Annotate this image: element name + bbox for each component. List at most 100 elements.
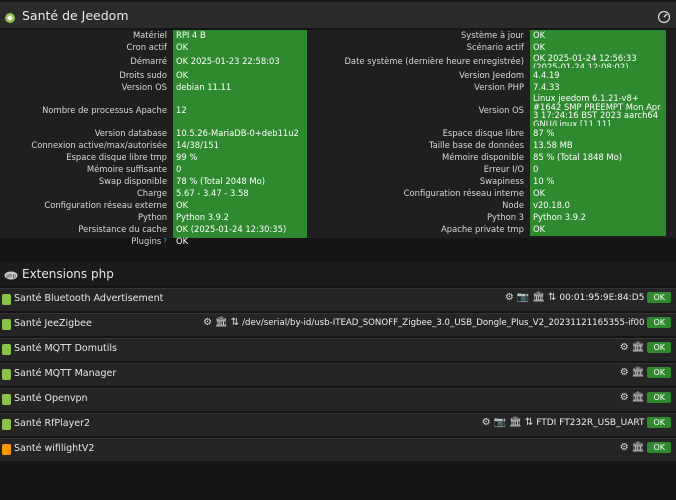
sort-icon[interactable]: ⇅ [231, 317, 239, 328]
config-icon[interactable]: ⚙ [620, 392, 629, 403]
bank-icon[interactable]: 🏛 [632, 367, 645, 378]
left-row-label: Mémoire suffisante [86, 164, 167, 174]
left-row-value: 14/38/151 [176, 140, 219, 150]
extension-name: Santé JeeZigbee [14, 318, 92, 329]
svg-text:php: php [6, 273, 16, 279]
left-row-label: Droits sudo [119, 70, 167, 80]
left-row-label: Nombre de processus Apache [42, 105, 167, 115]
extension-actions: ⚙ 🏛 OK [620, 442, 671, 453]
right-row-value: Python 3.9.2 [533, 212, 587, 222]
left-row-label: Persistance du cache [78, 224, 167, 234]
bank-icon[interactable]: 🏛 [509, 417, 522, 428]
plugin-icon [2, 344, 11, 355]
extension-row: Santé RfPlayer2 ⚙ 📷 🏛 ⇅ FTDI FT232R_USB_UART O… [0, 413, 676, 436]
plugin-icon [2, 369, 11, 380]
left-row-label: Python [137, 212, 167, 222]
right-row-value: 85 % (Total 1848 Mo) [533, 152, 623, 162]
right-row-value: OK [533, 42, 546, 52]
status-badge: OK [647, 417, 671, 428]
extension-name: Santé Openvpn [14, 393, 88, 404]
right-row-label: Configuration réseau interne [403, 188, 524, 198]
left-row-label: Configuration réseau externe [44, 200, 167, 210]
extension-name: Santé wifilightV2 [14, 443, 95, 454]
right-row-label: Version Jeedom [459, 70, 524, 80]
status-badge: OK [647, 317, 671, 328]
status-badge: OK [647, 367, 671, 378]
config-icon[interactable]: ⚙ [505, 292, 514, 303]
right-row-label: Date système (dernière heure enregistrée… [344, 56, 524, 66]
right-row-value: OK [533, 188, 546, 198]
left-row-label: Version OS [121, 82, 167, 92]
left-row-value: 10.5.26-MariaDB-0+deb11u2 [176, 128, 299, 138]
extension-detail: FTDI FT232R_USB_UART [536, 417, 645, 428]
right-row-value: OK [533, 224, 546, 234]
right-row-value: 13.58 MB [533, 140, 573, 150]
bank-icon[interactable]: 🏛 [215, 317, 228, 328]
config-icon[interactable]: ⚙ [620, 342, 629, 353]
extension-detail: 00:01:95:9E:84:D5 [559, 292, 645, 303]
left-row-label: Matériel [132, 30, 167, 40]
camera-icon[interactable]: 📷 [517, 292, 529, 303]
left-row-value: 78 % (Total 2048 Mo) [176, 176, 266, 186]
left-row-label: Charge [136, 188, 167, 198]
config-icon[interactable]: ⚙ [203, 317, 212, 328]
extension-row: Santé wifilightV2 ⚙ 🏛 OK [0, 438, 676, 461]
right-row-value: 4.4.19 [533, 70, 560, 80]
config-icon[interactable]: ⚙ [482, 417, 491, 428]
extensions-header: php Extensions php [0, 262, 676, 286]
left-row-label: Plugins? [131, 236, 167, 246]
left-row-label: Démarré [130, 56, 167, 66]
right-row-label: Version PHP [474, 82, 524, 92]
right-row-label: Python 3 [486, 212, 524, 222]
right-row-label: Scénario actif [466, 42, 524, 52]
php-icon: php [4, 265, 18, 284]
left-row-value: 0 [176, 164, 182, 174]
plugin-icon [2, 394, 11, 405]
left-row-value: debian 11.11 [176, 82, 232, 92]
left-row-value: OK (2025-01-24 12:30:35) [176, 224, 287, 234]
status-badge: OK [647, 342, 671, 353]
left-row-value: OK [176, 200, 189, 210]
dashboard-icon[interactable] [657, 8, 671, 27]
page-title: Santé de Jeedom [22, 7, 129, 23]
right-row-label: Version OS [478, 105, 524, 115]
left-row-label: Espace disque libre tmp [66, 152, 167, 162]
left-row-value: OK [176, 70, 189, 80]
sort-icon[interactable]: ⇅ [525, 417, 533, 428]
left-row-value: 5.67 - 3.47 - 3.58 [176, 188, 249, 198]
health-header: Santé de Jeedom [0, 2, 676, 28]
left-row-value: Python 3.9.2 [176, 212, 230, 222]
bank-icon[interactable]: 🏛 [632, 342, 645, 353]
bank-icon[interactable]: 🏛 [632, 442, 645, 453]
right-row-value: OK 2025-01-24 12:56:33 (2025-01-24 12:08… [533, 54, 637, 68]
right-row-label: Apache private tmp [441, 224, 524, 234]
camera-icon[interactable]: 📷 [494, 417, 506, 428]
extension-row: Santé JeeZigbee ⚙ 🏛 ⇅/dev/serial/by-id/usb-… [0, 313, 676, 336]
left-row-label: Cron actif [126, 42, 168, 52]
left-row-value: OK [176, 236, 189, 246]
extension-row: Santé MQTT Domutils ⚙ 🏛 OK [0, 338, 676, 361]
right-row-label: Swapiness [479, 176, 524, 186]
plugin-icon [2, 319, 11, 330]
extension-row: Santé Openvpn ⚙ 🏛 OK [0, 388, 676, 411]
extension-actions: ⚙ 🏛 OK [620, 367, 671, 378]
plugin-icon [2, 444, 11, 455]
extension-actions: ⚙ 📷 🏛 ⇅ FTDI FT232R_USB_UART OK [482, 417, 671, 428]
config-icon[interactable]: ⚙ [620, 367, 629, 378]
sort-icon[interactable]: ⇅ [548, 292, 556, 303]
health-grid: Matériel RPI 4 B Cron actif OK Démarré OK 202… [0, 30, 676, 246]
right-row-value: Linux jeedom 6.1.21-v8+ #1642 SMP PREEMP… [533, 94, 661, 126]
left-row-value: OK 2025-01-23 22:58:03 [176, 56, 280, 66]
bank-icon[interactable]: 🏛 [532, 292, 545, 303]
right-row-label: Taille base de données [428, 140, 524, 150]
right-row-value: OK [533, 30, 546, 40]
plugin-icon [2, 294, 11, 305]
bank-icon[interactable]: 🏛 [632, 392, 645, 403]
config-icon[interactable]: ⚙ [620, 442, 629, 453]
left-row-value: OK [176, 42, 189, 52]
extension-name: Santé Bluetooth Advertisement [14, 293, 164, 304]
right-row-label: Node [502, 200, 524, 210]
help-icon[interactable]: ? [163, 237, 167, 245]
right-row-value: 0 [533, 164, 539, 174]
right-row-label: Mémoire disponible [442, 152, 524, 162]
